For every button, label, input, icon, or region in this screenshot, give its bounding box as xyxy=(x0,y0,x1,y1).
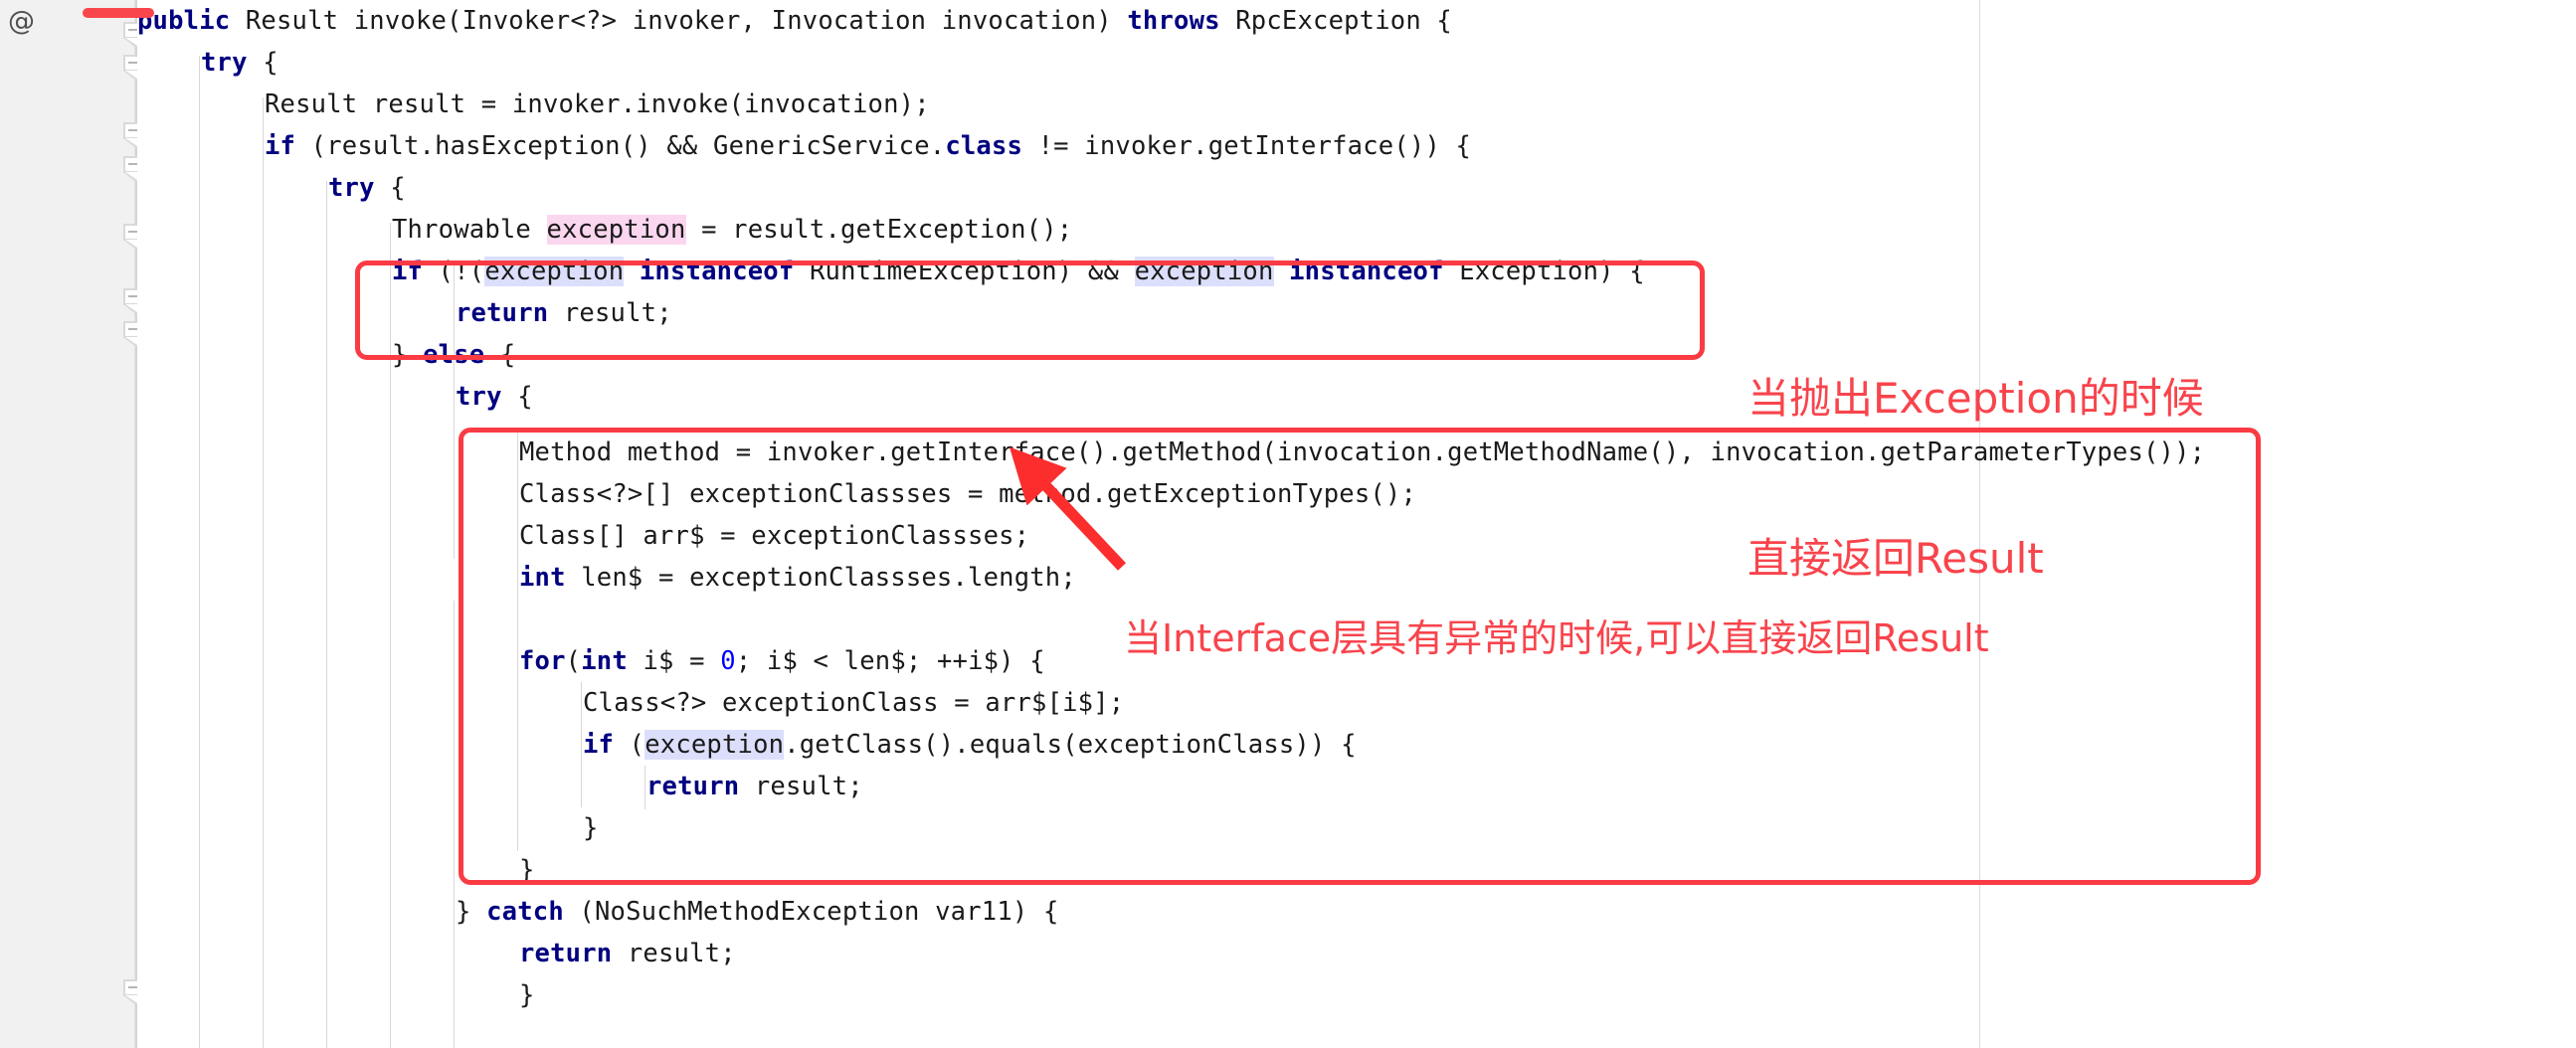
editor-gutter: @ xyxy=(0,0,135,1048)
code-line[interactable]: } xyxy=(519,849,535,891)
code-line[interactable]: public Result invoke(Invoker<?> invoker,… xyxy=(137,0,1452,42)
code-line[interactable]: if (!(exception instanceof RuntimeExcept… xyxy=(392,251,1645,292)
indent-guide xyxy=(199,56,200,1048)
code-line[interactable]: } xyxy=(583,807,599,849)
code-line[interactable] xyxy=(519,599,535,640)
indent-guide xyxy=(263,97,264,1048)
code-line[interactable]: } catch (NoSuchMethodException var11) { xyxy=(456,891,1059,933)
code-line[interactable]: Class<?>[] exceptionClassses = method.ge… xyxy=(519,473,1416,515)
code-line[interactable]: return result; xyxy=(456,292,672,334)
code-line[interactable]: try { xyxy=(201,42,278,84)
code-line[interactable]: try { xyxy=(456,376,533,418)
code-line[interactable]: } else { xyxy=(392,334,515,376)
code-line[interactable]: for(int i$ = 0; i$ < len$; ++i$) { xyxy=(519,640,1045,682)
annotation-note-2-line-1: 当Interface层具有异常的时候,可以直接返回Result xyxy=(1124,616,1989,661)
code-line[interactable]: return result; xyxy=(646,766,863,807)
annotation-at-icon: @ xyxy=(8,6,35,37)
indent-guide xyxy=(454,264,455,559)
code-line[interactable]: } xyxy=(519,974,535,1016)
code-line[interactable]: return result; xyxy=(519,933,736,974)
code-line[interactable]: Throwable exception = result.getExceptio… xyxy=(392,209,1072,251)
indent-guide xyxy=(581,682,582,807)
indent-guide xyxy=(517,432,518,851)
annotation-note-2: 当Interface层具有异常的时候,可以直接返回Result xyxy=(1124,518,1989,760)
code-line[interactable]: try { xyxy=(328,167,406,209)
code-editor-screenshot: @ public Result invoke(Invoker<?> invoke… xyxy=(0,0,2576,1048)
code-line[interactable]: Class<?> exceptionClass = arr$[i$]; xyxy=(583,682,1124,724)
red-marker-bar xyxy=(83,8,154,18)
code-line[interactable]: int len$ = exceptionClassses.length; xyxy=(519,557,1076,599)
indent-guide xyxy=(390,223,391,1048)
indent-guide xyxy=(454,601,455,1048)
code-line[interactable]: Result result = invoker.invoke(invocatio… xyxy=(265,84,930,125)
code-line[interactable]: Class[] arr$ = exceptionClassses; xyxy=(519,515,1029,557)
indent-guide xyxy=(644,766,645,809)
indent-guide xyxy=(326,181,327,1048)
annotation-note-1-line-1: 当抛出Exception的时候 xyxy=(1748,373,2204,423)
code-line[interactable]: if (result.hasException() && GenericServ… xyxy=(265,125,1471,167)
